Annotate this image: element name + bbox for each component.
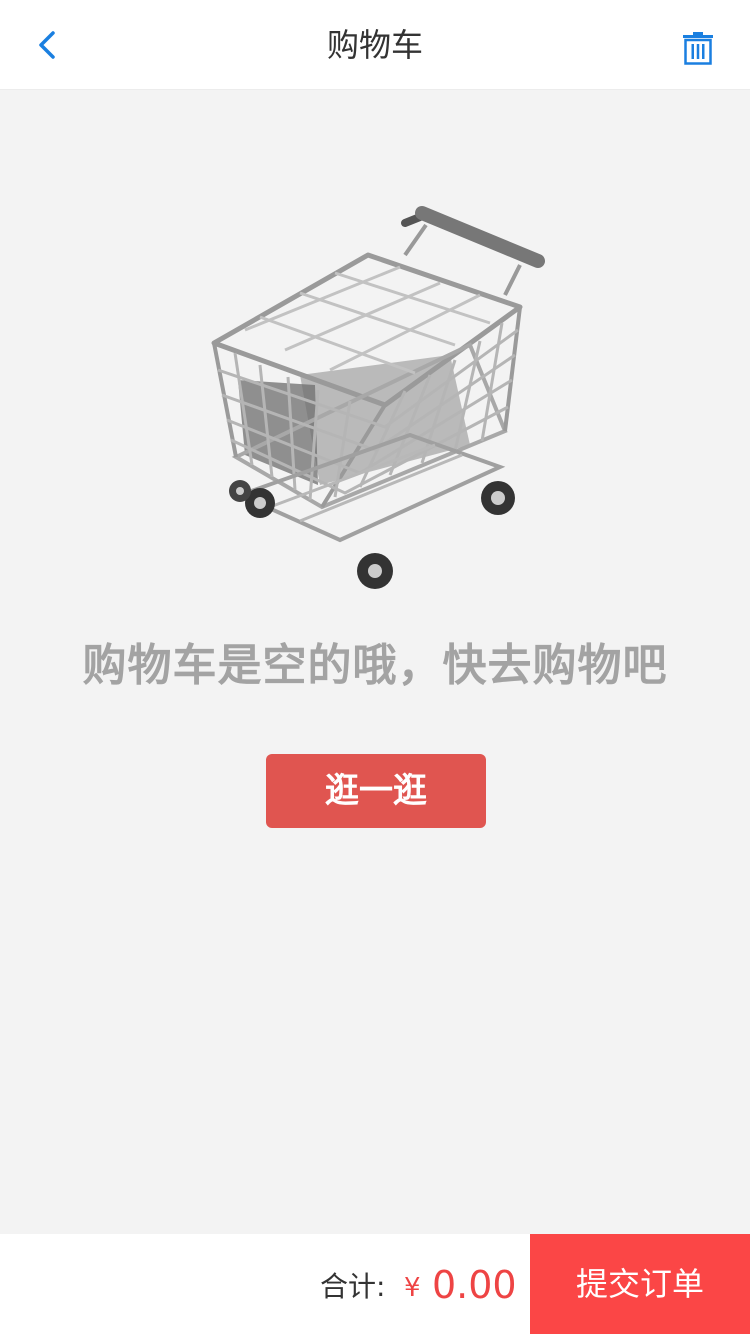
clear-cart-button[interactable] [672,24,724,76]
currency-symbol: ¥ [404,1273,421,1303]
top-nav-bar: 购物车 [0,0,750,90]
page-title: 购物车 [326,26,423,64]
browse-button[interactable]: 逛一逛 [266,754,486,828]
shopping-cart-icon [200,195,550,605]
trash-icon [682,31,714,69]
total-label: 合计: [320,1270,386,1303]
total-amount: 0.00 [432,1263,517,1307]
empty-cart-message: 购物车是空的哦，快去购物吧 [82,640,668,691]
submit-order-button[interactable]: 提交订单 [530,1234,750,1334]
